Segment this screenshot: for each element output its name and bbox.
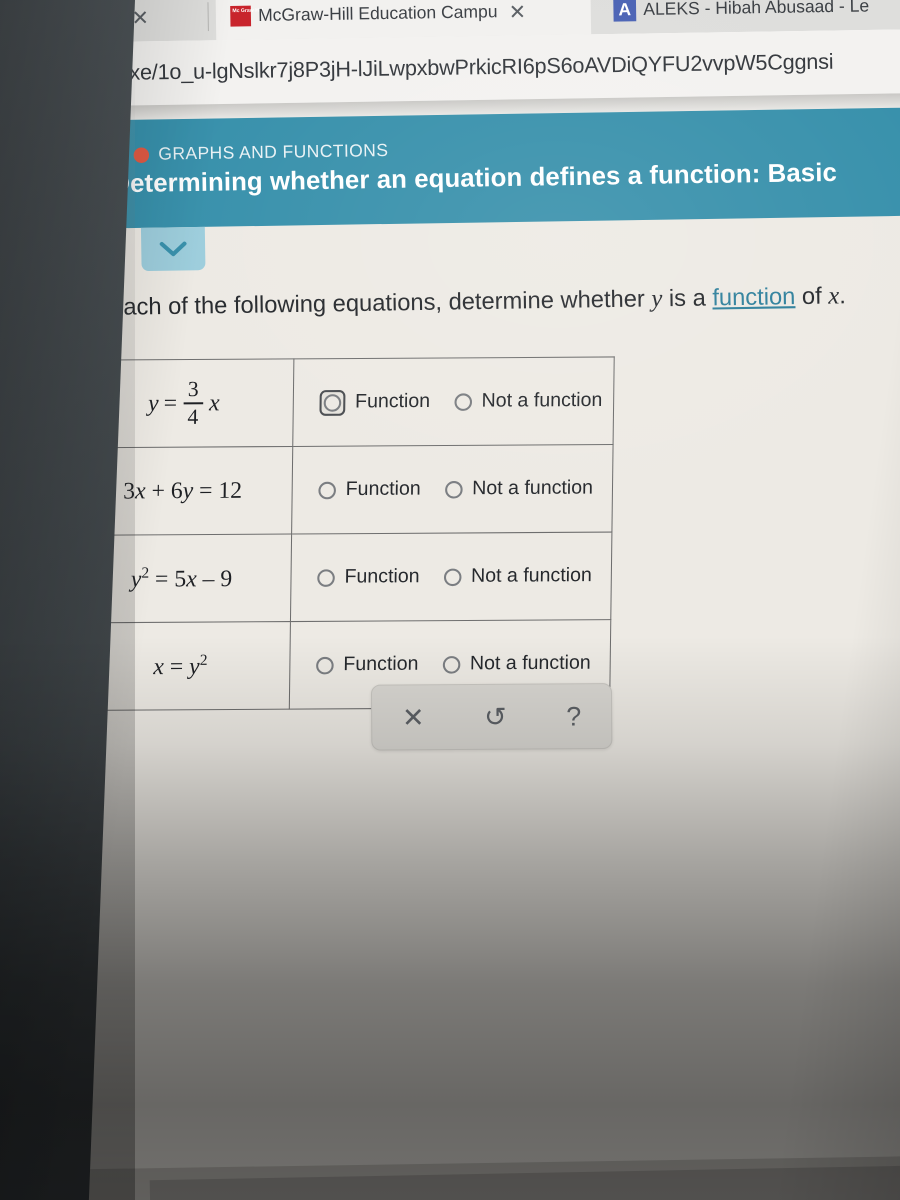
radio-icon bbox=[324, 393, 342, 412]
radio-label: Not a function bbox=[472, 477, 594, 500]
radio-icon bbox=[444, 567, 462, 586]
equation-answer-table: y = 3 4 x Function Not a function x + 6y… bbox=[69, 356, 615, 711]
chevron-down-icon bbox=[158, 239, 189, 258]
radio-not-a-function-row-3[interactable]: Not a function bbox=[444, 565, 592, 589]
mcgraw-hill-icon: Mc Graw Hill bbox=[230, 5, 263, 27]
topic-kicker-label: GRAPHS AND FUNCTIONS bbox=[158, 140, 389, 164]
question-text-part1: For each of the following equations, det… bbox=[67, 284, 652, 321]
options-cell-1: Function Not a function bbox=[293, 356, 615, 447]
page-title: Determining whether an equation defines … bbox=[111, 158, 838, 199]
browser-tab-3-title: ALEKS - Hibah Abusaad - Le bbox=[643, 0, 870, 20]
help-button[interactable]: ? bbox=[560, 701, 587, 732]
function-glossary-link[interactable]: function bbox=[712, 282, 795, 310]
radio-label: Not a function bbox=[481, 389, 603, 412]
laptop-screen: Hill Campus – 2020FA ✕ Mc Graw Hill McGr… bbox=[0, 0, 900, 1200]
expand-panel-button[interactable] bbox=[140, 226, 206, 272]
options-cell-3: Function Not a function bbox=[290, 532, 612, 622]
question-var-y: y bbox=[651, 285, 663, 313]
browser-tab-2[interactable]: Mc Graw Hill McGraw-Hill Education Campu… bbox=[215, 0, 592, 41]
radio-not-a-function-row-2[interactable]: Not a function bbox=[445, 477, 593, 501]
question-text-part2: is a bbox=[662, 283, 713, 312]
radio-label: Not a function bbox=[469, 652, 591, 675]
radio-label: Function bbox=[345, 478, 421, 501]
topic-kicker: GRAPHS AND FUNCTIONS bbox=[133, 140, 389, 166]
radio-icon bbox=[454, 392, 473, 411]
clear-button[interactable]: ✕ bbox=[396, 702, 431, 733]
radio-function-row-3[interactable]: Function bbox=[317, 565, 420, 589]
question-text-part4: . bbox=[838, 281, 846, 309]
radio-not-a-function-row-4[interactable]: Not a function bbox=[443, 652, 591, 676]
radio-function-row-1[interactable]: Function bbox=[319, 389, 431, 416]
radio-icon bbox=[316, 656, 335, 674]
photo-of-screen: Hill Campus – 2020FA ✕ Mc Graw Hill McGr… bbox=[0, 0, 900, 1200]
radio-icon bbox=[318, 481, 337, 499]
question-text-part3: of bbox=[795, 281, 829, 310]
browser-tab-3[interactable]: A ALEKS - Hibah Abusaad - Le bbox=[613, 0, 900, 34]
undo-button[interactable]: ↺ bbox=[478, 701, 513, 732]
radio-function-row-2[interactable]: Function bbox=[318, 478, 421, 501]
radio-icon bbox=[443, 655, 461, 674]
topic-status-dot-icon bbox=[133, 146, 150, 163]
radio-label: Function bbox=[344, 565, 420, 588]
options-cell-2: Function Not a function bbox=[292, 444, 614, 535]
radio-label: Not a function bbox=[470, 564, 592, 587]
table-row: y = 3 4 x Function Not a function bbox=[73, 356, 615, 448]
aleks-header: GRAPHS AND FUNCTIONS Determining whether… bbox=[0, 107, 900, 231]
tab-divider bbox=[207, 2, 209, 32]
radio-label: Function bbox=[354, 390, 431, 413]
question-prompt: For each of the following equations, det… bbox=[68, 282, 846, 323]
table-row: 3x + 6y = 12 Function bbox=[72, 444, 614, 536]
radio-function-row-4[interactable]: Function bbox=[316, 653, 419, 676]
aleks-icon: A bbox=[613, 0, 637, 22]
radio-label: Function bbox=[343, 653, 419, 676]
answer-toolbar: ✕ ↺ ? bbox=[370, 682, 613, 751]
radio-not-a-function-row-1[interactable]: Not a function bbox=[454, 389, 603, 413]
close-icon[interactable]: ✕ bbox=[509, 0, 527, 25]
browser-tab-2-title: McGraw-Hill Education Campu bbox=[257, 1, 498, 26]
radio-icon bbox=[317, 568, 336, 587]
question-var-x: x bbox=[828, 282, 840, 310]
table-row: y2 = 5x – 9 Function Not a function bbox=[71, 532, 612, 623]
aleks-page: GRAPHS AND FUNCTIONS Determining whether… bbox=[0, 107, 900, 1200]
radio-icon bbox=[445, 480, 464, 499]
left-bezel-shading bbox=[0, 0, 135, 1200]
